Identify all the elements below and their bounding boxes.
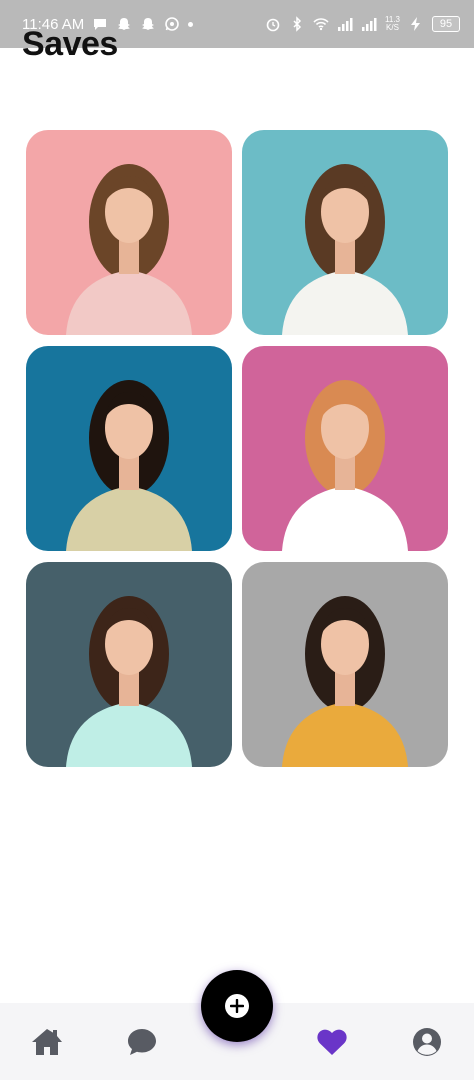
profile-icon <box>413 1028 441 1056</box>
signal-icon-2 <box>362 18 377 31</box>
snapchat-icon <box>118 18 131 30</box>
network-speed-unit: K/S <box>386 23 399 32</box>
nav-favorites[interactable] <box>315 1025 349 1059</box>
saved-image-3[interactable] <box>26 346 232 551</box>
add-icon <box>225 994 249 1018</box>
chat-icon <box>128 1029 156 1055</box>
page-title: Saves <box>22 25 118 63</box>
snapchat-icon-2 <box>142 18 155 30</box>
saves-grid <box>26 130 448 767</box>
status-bar-right: 11.3 K/S 95 <box>265 16 460 32</box>
charging-bolt-icon <box>411 17 420 31</box>
nav-chat[interactable] <box>125 1025 159 1059</box>
bluetooth-icon <box>293 16 302 32</box>
signal-icon <box>338 18 353 31</box>
saved-image-5[interactable] <box>26 562 232 767</box>
saved-image-6[interactable] <box>242 562 448 767</box>
heart-icon <box>317 1029 347 1055</box>
battery-indicator: 95 <box>432 16 460 32</box>
network-speed: 11.3 K/S <box>385 16 400 32</box>
more-notifications-dot-icon <box>188 21 194 27</box>
wifi-icon <box>313 18 329 31</box>
nav-profile[interactable] <box>410 1025 444 1059</box>
saved-image-1[interactable] <box>26 130 232 335</box>
nav-home[interactable] <box>30 1025 64 1059</box>
home-icon <box>32 1029 62 1055</box>
saved-image-2[interactable] <box>242 130 448 335</box>
add-button[interactable] <box>201 970 273 1042</box>
whatsapp-icon <box>165 17 180 31</box>
saved-image-4[interactable] <box>242 346 448 551</box>
plus-icon <box>230 999 244 1013</box>
alarm-icon <box>266 18 280 32</box>
